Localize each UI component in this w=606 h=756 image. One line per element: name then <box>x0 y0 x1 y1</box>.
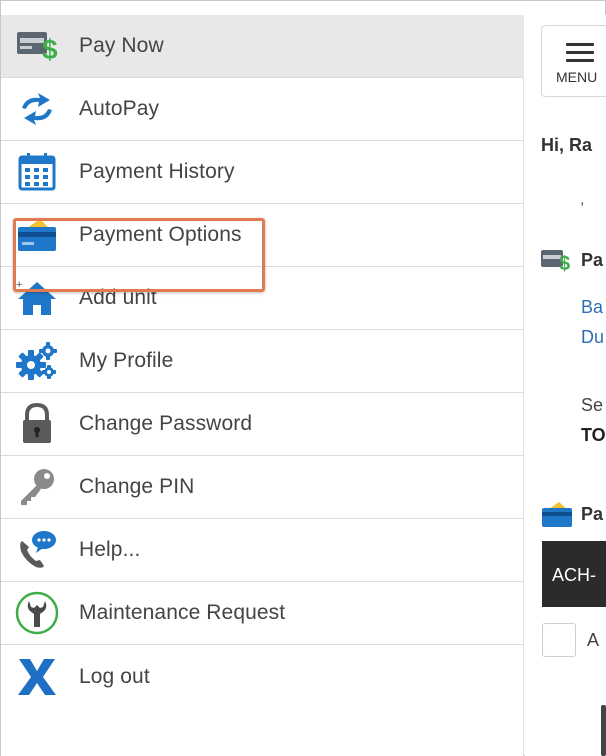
phone-chat-icon <box>15 528 59 572</box>
sidebar-item-change-password[interactable]: Change Password <box>1 393 524 456</box>
payment-section-title: Pa <box>581 503 604 524</box>
sidebar-item-label: My Profile <box>79 349 174 372</box>
sidebar-item-label: Pay Now <box>79 34 164 57</box>
sidebar-item-label: Log out <box>79 664 150 688</box>
credit-card-icon <box>541 501 573 527</box>
sidebar-item-change-pin[interactable]: Change PIN <box>1 456 524 519</box>
sidebar-item-label: Change PIN <box>79 475 195 498</box>
checkbox-label: A <box>587 630 600 650</box>
pay-now-icon: $ <box>541 247 573 273</box>
scrollbar[interactable] <box>601 705 606 756</box>
wrench-icon <box>15 591 59 635</box>
calendar-icon <box>15 150 59 194</box>
autopay-icon <box>15 87 59 131</box>
pay-section-heading: $ Pa <box>541 247 603 273</box>
highlight-annotation <box>13 218 265 292</box>
balance-link[interactable]: Ba <box>581 297 603 318</box>
sidebar-item-label: Change Password <box>79 412 253 435</box>
lock-icon <box>15 402 59 446</box>
ach-payment-option[interactable]: ACH- <box>542 541 606 607</box>
service-label: Se <box>581 395 604 415</box>
sidebar-item-help[interactable]: Help... <box>1 519 524 582</box>
payment-section-heading: Pa <box>541 501 603 527</box>
pay-now-icon: $ <box>15 24 59 68</box>
sidebar-item-maintenance-request[interactable]: Maintenance Request <box>1 582 524 645</box>
greeting-text: Hi, Ra <box>541 135 593 155</box>
sidebar-item-label: AutoPay <box>79 97 160 120</box>
sidebar-item-my-profile[interactable]: My Profile <box>1 330 524 393</box>
sidebar-item-payment-history[interactable]: Payment History <box>1 141 524 204</box>
gears-icon <box>15 339 59 383</box>
sidebar-menu: $ Pay Now AutoPay Payment History Paymen… <box>1 15 524 756</box>
agree-checkbox[interactable] <box>542 623 576 657</box>
menu-button[interactable]: MENU <box>541 25 606 97</box>
sidebar-item-label: Payment History <box>79 160 235 183</box>
sidebar-item-label: Help... <box>79 538 141 561</box>
menu-button-label: MENU <box>556 69 598 85</box>
address-text: , <box>580 191 585 208</box>
x-logout-icon <box>15 655 59 699</box>
service-value: TO <box>581 425 606 445</box>
sidebar-item-autopay[interactable]: AutoPay <box>1 78 524 141</box>
pay-section-title: Pa <box>581 249 604 270</box>
key-icon <box>15 465 59 509</box>
sidebar-item-label: Maintenance Request <box>79 601 286 624</box>
sidebar-item-pay-now[interactable]: $ Pay Now <box>1 15 524 78</box>
due-link[interactable]: Du <box>581 327 604 348</box>
main-content: MENU Hi, Ra , $ Pa Ba Du Se TO Pa ACH- A <box>525 15 606 756</box>
sidebar-item-log-out[interactable]: Log out <box>1 645 524 708</box>
hamburger-icon <box>566 43 594 67</box>
svg-text:$: $ <box>559 253 570 272</box>
svg-text:$: $ <box>42 34 58 63</box>
